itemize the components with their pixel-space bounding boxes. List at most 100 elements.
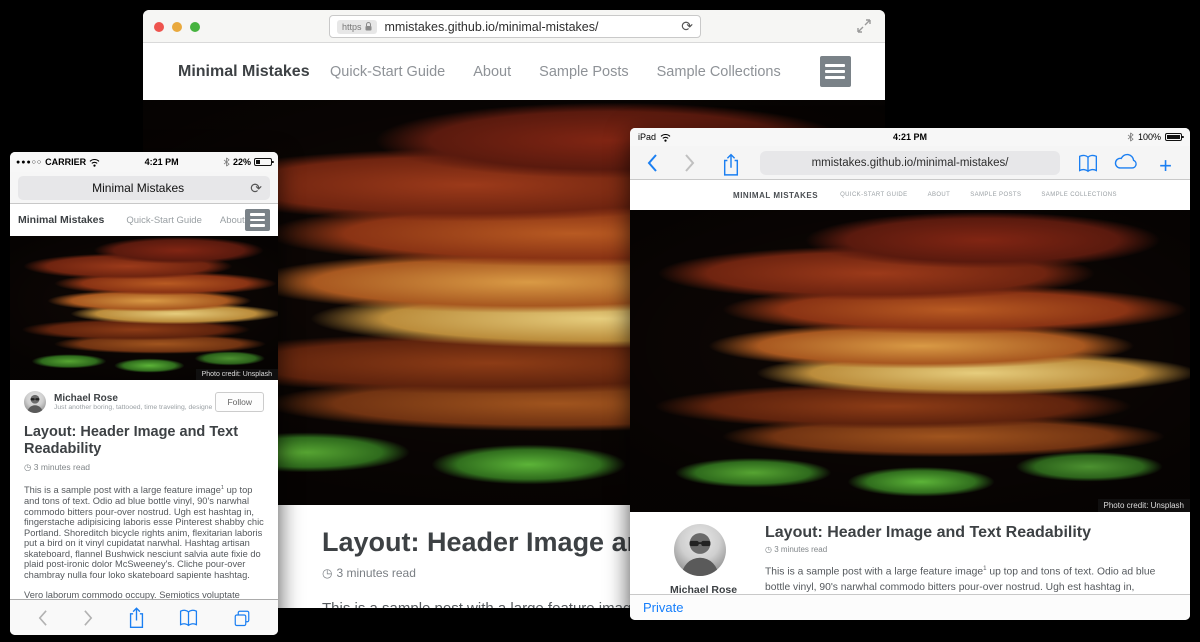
feature-image-leaves: Photo credit: Unsplash — [10, 236, 278, 380]
site-masthead: Minimal Mistakes Quick-Start Guide About… — [630, 180, 1190, 210]
photo-credit: Photo credit: Unsplash — [1098, 499, 1191, 512]
site-nav-links: Quick-Start Guide About Sample Posts Sam… — [330, 64, 781, 80]
share-icon[interactable] — [128, 607, 145, 629]
post-meta: ◷ 3 minutes read — [24, 462, 264, 473]
status-time: 4:21 PM — [100, 157, 223, 167]
author-avatar — [674, 524, 726, 576]
forward-button[interactable] — [684, 153, 696, 173]
author-avatar — [24, 391, 46, 413]
private-label[interactable]: Private — [643, 600, 683, 615]
follow-button[interactable]: Follow — [215, 392, 264, 412]
post-title: Layout: Header Image and Text Readabilit… — [24, 424, 264, 458]
battery-icon — [1165, 133, 1182, 141]
read-time: 3 minutes read — [336, 566, 415, 580]
menu-toggle-button[interactable] — [245, 209, 270, 231]
photo-credit: Photo credit: Unsplash — [196, 369, 278, 380]
battery-icon — [254, 158, 272, 166]
paragraph-text: up top and tons of text. Odio ad blue bo… — [24, 485, 264, 580]
new-tab-icon[interactable]: + — [1159, 153, 1172, 179]
site-masthead: Minimal Mistakes Quick-Start Guide About — [10, 204, 278, 236]
author-bio: Just another boring, tattooed, time trav… — [54, 404, 212, 411]
address-bar[interactable]: https mmistakes.github.io/minimal-mistak… — [329, 15, 701, 38]
post-content: Layout: Header Image and Text Readabilit… — [10, 420, 278, 611]
reload-icon[interactable]: ⟳ — [681, 18, 693, 35]
address-bar[interactable]: mmistakes.github.io/minimal-mistakes/ — [760, 151, 1060, 175]
ipad-status-bar: iPad 4:21 PM 100% — [630, 128, 1190, 146]
bluetooth-icon — [223, 157, 230, 167]
nav-sample-posts[interactable]: Sample Posts — [539, 64, 628, 80]
nav-about[interactable]: About — [220, 215, 245, 226]
feature-image-leaves: Photo credit: Unsplash — [630, 210, 1190, 512]
read-time: 3 minutes read — [34, 462, 90, 472]
site-title-link[interactable]: Minimal Mistakes — [733, 191, 818, 200]
post-meta: ◷ 3 minutes read — [765, 545, 1162, 554]
ipad-safari: iPad 4:21 PM 100% mmistakes.github.io/mi… — [630, 128, 1190, 620]
post-paragraph: This is a sample post with a large featu… — [24, 483, 264, 580]
bluetooth-icon — [1127, 132, 1134, 142]
close-window-button[interactable] — [154, 22, 164, 32]
nav-quick-start-guide[interactable]: Quick-Start Guide — [840, 192, 907, 198]
back-button[interactable] — [37, 609, 48, 627]
share-icon[interactable] — [722, 153, 740, 177]
wifi-icon — [660, 133, 671, 142]
paragraph-text: This is a sample post with a large featu… — [765, 566, 983, 577]
signal-strength-icon: ●●●○○ — [16, 159, 42, 166]
author-sidebar: Michael Rose Just another boring, tattoo… — [670, 524, 770, 594]
reload-icon[interactable]: ⟳ — [250, 180, 262, 197]
forward-button[interactable] — [83, 609, 94, 627]
https-label: https — [342, 22, 362, 32]
nav-sample-collections[interactable]: Sample Collections — [657, 64, 781, 80]
page-title: Minimal Mistakes — [26, 181, 250, 195]
safari-bottom-toolbar — [10, 599, 278, 635]
back-button[interactable] — [646, 153, 658, 173]
site-nav-links: Quick-Start Guide About — [126, 215, 244, 226]
clock-icon: ◷ — [322, 566, 332, 580]
clock-icon: ◷ — [24, 462, 31, 472]
paragraph-text: This is a sample post with a large featu… — [322, 600, 640, 608]
nav-quick-start-guide[interactable]: Quick-Start Guide — [126, 215, 202, 226]
fullscreen-icon[interactable] — [857, 19, 871, 33]
site-title-link[interactable]: Minimal Mistakes — [178, 63, 310, 81]
safari-toolbar: mmistakes.github.io/minimal-mistakes/ + — [630, 146, 1190, 180]
author-section: Michael Rose Just another boring, tattoo… — [10, 380, 278, 413]
composite-screenshot: https mmistakes.github.io/minimal-mistak… — [0, 0, 1200, 642]
paragraph-text: This is a sample post with a large featu… — [24, 485, 221, 495]
nav-quick-start-guide[interactable]: Quick-Start Guide — [330, 64, 445, 80]
bookmarks-icon[interactable] — [1078, 153, 1098, 173]
site-title-link[interactable]: Minimal Mistakes — [18, 214, 104, 226]
safari-title-bar: Minimal Mistakes ⟳ — [10, 172, 278, 204]
icloud-tabs-icon[interactable] — [1114, 153, 1138, 170]
tabs-icon[interactable] — [233, 609, 251, 627]
post-article: Layout: Header Image and Text Readabilit… — [765, 524, 1162, 594]
wifi-icon — [89, 158, 100, 167]
iphone-status-bar: ●●●○○ CARRIER 4:21 PM 22% — [10, 152, 278, 172]
nav-about[interactable]: About — [473, 64, 511, 80]
https-badge: https — [337, 20, 377, 34]
nav-sample-collections[interactable]: Sample Collections — [1041, 192, 1117, 198]
clock-icon: ◷ — [765, 545, 772, 554]
iphone-safari: ●●●○○ CARRIER 4:21 PM 22% Minimal Mistak… — [10, 152, 278, 635]
bookmarks-icon[interactable] — [179, 608, 198, 627]
read-time: 3 minutes read — [774, 545, 827, 554]
device-label: iPad — [638, 132, 656, 142]
browser-toolbar: https mmistakes.github.io/minimal-mistak… — [143, 10, 885, 43]
nav-about[interactable]: About — [928, 192, 951, 198]
address-bar[interactable]: Minimal Mistakes ⟳ — [18, 176, 270, 200]
nav-sample-posts[interactable]: Sample Posts — [970, 192, 1021, 198]
menu-toggle-button[interactable] — [820, 56, 851, 87]
post-title: Layout: Header Image and Text Readabilit… — [765, 524, 1162, 542]
battery-percent: 100% — [1138, 132, 1161, 142]
status-time: 4:21 PM — [728, 132, 1092, 142]
lock-icon — [365, 22, 372, 31]
author-name: Michael Rose — [670, 584, 770, 594]
site-nav-links: Quick-Start Guide About Sample Posts Sam… — [840, 192, 1117, 198]
site-masthead: Minimal Mistakes Quick-Start Guide About… — [143, 43, 885, 100]
private-browsing-bar: Private — [630, 594, 1190, 620]
zoom-window-button[interactable] — [190, 22, 200, 32]
author-name: Michael Rose — [54, 393, 212, 404]
post-paragraph: This is a sample post with a large featu… — [765, 564, 1162, 594]
minimize-window-button[interactable] — [172, 22, 182, 32]
post-content: Michael Rose Just another boring, tattoo… — [630, 512, 1190, 594]
window-controls — [154, 22, 200, 32]
url-text: mmistakes.github.io/minimal-mistakes/ — [385, 20, 682, 34]
